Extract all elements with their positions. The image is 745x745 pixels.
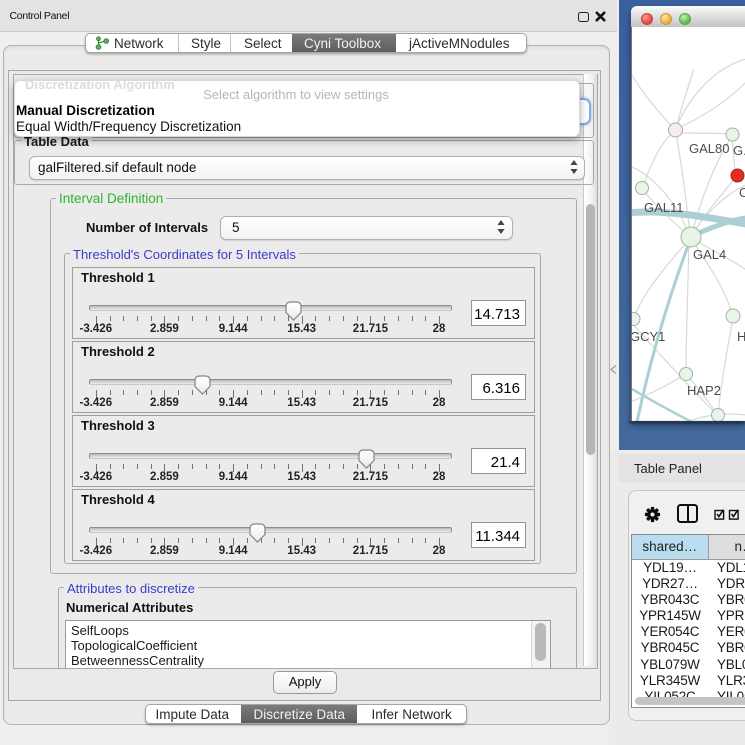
- svg-text:GAL80: GAL80: [689, 141, 729, 156]
- svg-text:HAP2: HAP2: [687, 383, 721, 398]
- svg-text:C: C: [739, 185, 745, 200]
- svg-text:H: H: [737, 329, 745, 344]
- svg-text:GAL11: GAL11: [644, 200, 684, 215]
- svg-text:GCY1: GCY1: [632, 329, 665, 344]
- svg-text:GAL4: GAL4: [693, 247, 726, 262]
- svg-text:G.: G.: [733, 143, 745, 158]
